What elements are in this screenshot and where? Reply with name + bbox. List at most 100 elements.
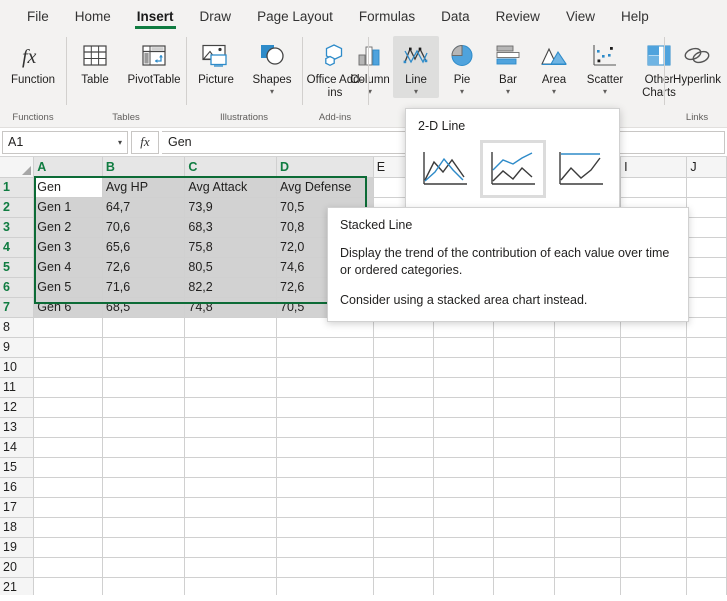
cell-f15[interactable]	[434, 457, 494, 477]
cell-b2[interactable]: 64,7	[102, 197, 185, 217]
column-header-b[interactable]: B	[102, 157, 185, 177]
cell-h21[interactable]	[554, 577, 620, 595]
tab-help[interactable]: Help	[608, 0, 662, 32]
row-header-2[interactable]: 2	[0, 197, 34, 217]
cell-i18[interactable]	[621, 517, 687, 537]
cell-a12[interactable]	[34, 397, 103, 417]
cell-j21[interactable]	[687, 577, 727, 595]
cell-j6[interactable]	[687, 277, 727, 297]
cell-a4[interactable]: Gen 3	[34, 237, 103, 257]
cell-j13[interactable]	[687, 417, 727, 437]
gallery-option-100-stacked-line[interactable]	[548, 140, 614, 198]
cell-j14[interactable]	[687, 437, 727, 457]
cell-b7[interactable]: 68,5	[102, 297, 185, 317]
function-button[interactable]: fx Function	[2, 36, 64, 98]
cell-c5[interactable]: 80,5	[185, 257, 277, 277]
column-header-c[interactable]: C	[185, 157, 277, 177]
cell-j20[interactable]	[687, 557, 727, 577]
cell-g10[interactable]	[494, 357, 554, 377]
cell-a17[interactable]	[34, 497, 103, 517]
row-header-16[interactable]: 16	[0, 477, 34, 497]
cell-i16[interactable]	[621, 477, 687, 497]
cell-b6[interactable]: 71,6	[102, 277, 185, 297]
cell-c19[interactable]	[185, 537, 277, 557]
cell-a18[interactable]	[34, 517, 103, 537]
row-header-4[interactable]: 4	[0, 237, 34, 257]
cell-i10[interactable]	[621, 357, 687, 377]
cell-i9[interactable]	[621, 337, 687, 357]
cell-c18[interactable]	[185, 517, 277, 537]
cell-c3[interactable]: 68,3	[185, 217, 277, 237]
cell-d12[interactable]	[277, 397, 374, 417]
cell-i13[interactable]	[621, 417, 687, 437]
cell-i20[interactable]	[621, 557, 687, 577]
cell-h19[interactable]	[554, 537, 620, 557]
insert-function-button[interactable]: fx	[131, 131, 159, 154]
cell-j7[interactable]	[687, 297, 727, 317]
cell-g18[interactable]	[494, 517, 554, 537]
cell-h12[interactable]	[554, 397, 620, 417]
cell-c7[interactable]: 74,8	[185, 297, 277, 317]
cell-b14[interactable]	[102, 437, 185, 457]
cell-j11[interactable]	[687, 377, 727, 397]
cell-g15[interactable]	[494, 457, 554, 477]
cell-j15[interactable]	[687, 457, 727, 477]
cell-f17[interactable]	[434, 497, 494, 517]
cell-h15[interactable]	[554, 457, 620, 477]
column-header-i[interactable]: I	[621, 157, 687, 177]
cell-b20[interactable]	[102, 557, 185, 577]
tab-home[interactable]: Home	[62, 0, 124, 32]
cell-g9[interactable]	[494, 337, 554, 357]
cell-g20[interactable]	[494, 557, 554, 577]
row-header-20[interactable]: 20	[0, 557, 34, 577]
cell-g16[interactable]	[494, 477, 554, 497]
cell-c15[interactable]	[185, 457, 277, 477]
pie-chart-button[interactable]: Pie ▾	[439, 36, 485, 98]
cell-g21[interactable]	[494, 577, 554, 595]
cell-j2[interactable]	[687, 197, 727, 217]
cell-a5[interactable]: Gen 4	[34, 257, 103, 277]
row-header-3[interactable]: 3	[0, 217, 34, 237]
cell-a21[interactable]	[34, 577, 103, 595]
cell-a1[interactable]: Gen	[34, 177, 103, 197]
cell-g13[interactable]	[494, 417, 554, 437]
cell-c21[interactable]	[185, 577, 277, 595]
cell-d20[interactable]	[277, 557, 374, 577]
tab-data[interactable]: Data	[428, 0, 483, 32]
cell-f21[interactable]	[434, 577, 494, 595]
cell-i17[interactable]	[621, 497, 687, 517]
cell-c4[interactable]: 75,8	[185, 237, 277, 257]
cell-h16[interactable]	[554, 477, 620, 497]
select-all-corner[interactable]	[0, 157, 34, 177]
cell-d15[interactable]	[277, 457, 374, 477]
cell-c2[interactable]: 73,9	[185, 197, 277, 217]
cell-b17[interactable]	[102, 497, 185, 517]
row-header-6[interactable]: 6	[0, 277, 34, 297]
cell-a7[interactable]: Gen 6	[34, 297, 103, 317]
cell-e19[interactable]	[373, 537, 433, 557]
cell-d11[interactable]	[277, 377, 374, 397]
column-chevron-down-icon[interactable]: ▾	[368, 87, 372, 96]
cell-b9[interactable]	[102, 337, 185, 357]
cell-d19[interactable]	[277, 537, 374, 557]
cell-d18[interactable]	[277, 517, 374, 537]
area-chevron-down-icon[interactable]: ▾	[552, 87, 556, 96]
cell-e14[interactable]	[373, 437, 433, 457]
cell-b5[interactable]: 72,6	[102, 257, 185, 277]
cell-c17[interactable]	[185, 497, 277, 517]
cell-b18[interactable]	[102, 517, 185, 537]
cell-a8[interactable]	[34, 317, 103, 337]
row-header-19[interactable]: 19	[0, 537, 34, 557]
cell-j3[interactable]	[687, 217, 727, 237]
row-header-17[interactable]: 17	[0, 497, 34, 517]
column-header-a[interactable]: A	[34, 157, 103, 177]
cell-g17[interactable]	[494, 497, 554, 517]
row-header-8[interactable]: 8	[0, 317, 34, 337]
cell-h10[interactable]	[554, 357, 620, 377]
tab-page-layout[interactable]: Page Layout	[244, 0, 346, 32]
cell-a20[interactable]	[34, 557, 103, 577]
cell-b8[interactable]	[102, 317, 185, 337]
cell-h14[interactable]	[554, 437, 620, 457]
cell-d16[interactable]	[277, 477, 374, 497]
cell-e9[interactable]	[373, 337, 433, 357]
